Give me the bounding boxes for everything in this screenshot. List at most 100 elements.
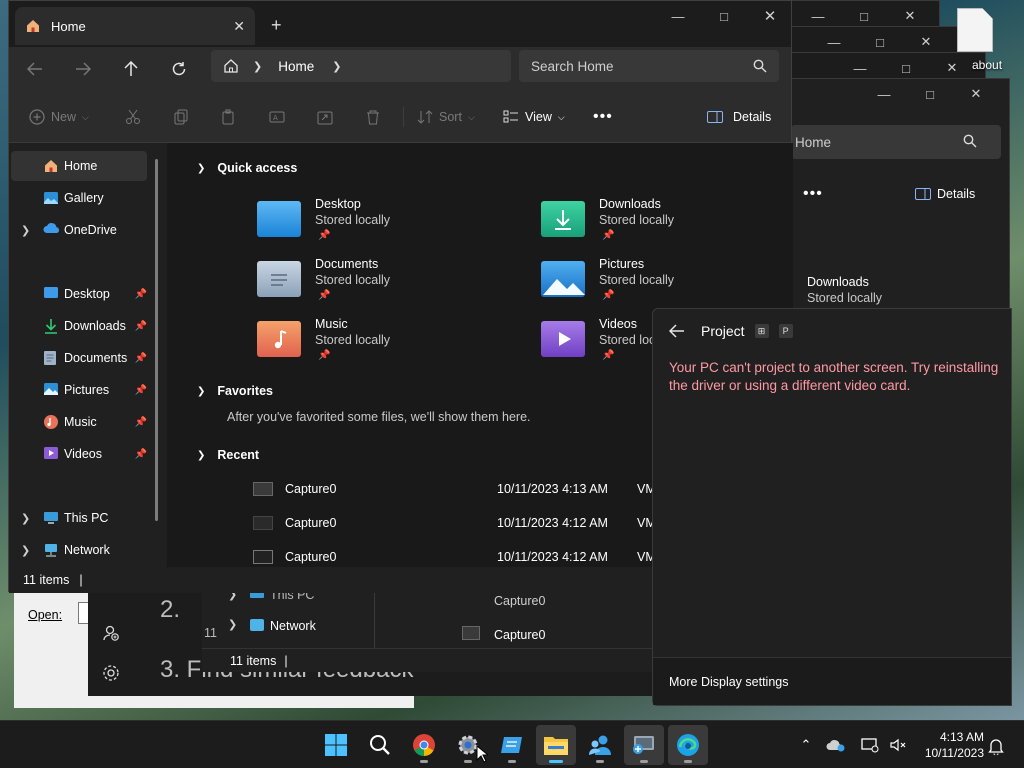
pin-icon[interactable]: 📌 <box>135 321 147 332</box>
add-account-icon[interactable] <box>102 624 120 642</box>
bg-capture-name-a[interactable]: Capture0 <box>494 594 545 608</box>
chrome-icon[interactable] <box>404 725 444 765</box>
people-app-icon[interactable] <box>580 725 620 765</box>
sidebar-item-network[interactable]: ❯ Network <box>11 535 147 565</box>
view-icon <box>503 110 519 124</box>
sidebar-item-music[interactable]: Music 📌 <box>11 407 147 437</box>
rename-icon[interactable]: A <box>269 105 285 129</box>
home-icon[interactable] <box>223 58 239 74</box>
maximize-icon[interactable]: □ <box>907 79 953 109</box>
new-tab-button[interactable]: + <box>271 15 282 36</box>
maximize-icon[interactable]: □ <box>701 1 747 31</box>
minimize-icon[interactable]: — <box>861 79 907 109</box>
sidebar-item-desktop[interactable]: Desktop 📌 <box>11 279 147 309</box>
tab-home[interactable]: Home ✕ <box>15 7 255 45</box>
settings-gear-icon[interactable] <box>102 664 120 682</box>
notification-bell-icon[interactable] <box>988 737 1004 755</box>
minimize-icon[interactable]: — <box>655 1 701 31</box>
sidebar-item-onedrive[interactable]: ❯ OneDrive <box>11 215 147 245</box>
start-button[interactable] <box>316 725 356 765</box>
background-search-box[interactable]: Home <box>791 125 1001 159</box>
details-button[interactable]: Details <box>707 105 771 129</box>
search-input[interactable]: Search Home <box>531 59 753 74</box>
plus-circle-icon <box>29 109 45 125</box>
background-details-button[interactable]: Details <box>915 187 975 201</box>
refresh-button[interactable] <box>163 55 195 83</box>
quick-access-item-pictures[interactable]: Pictures Stored locally 📌 <box>541 257 801 307</box>
quick-access-item-music[interactable]: Music Stored locally 📌 <box>257 317 517 367</box>
edge-icon[interactable] <box>668 725 708 765</box>
chevron-right-icon[interactable]: ❯ <box>21 512 30 525</box>
sidebar-item-documents[interactable]: Documents 📌 <box>11 343 147 373</box>
more-display-settings-link[interactable]: More Display settings <box>669 675 789 689</box>
search-button[interactable] <box>360 725 400 765</box>
section-favorites[interactable]: ❯ Favorites <box>197 384 273 398</box>
sidebar-item-gallery[interactable]: Gallery <box>11 183 147 213</box>
chevron-up-icon[interactable]: ⌃ <box>792 737 820 753</box>
view-button[interactable]: View ⌵ <box>503 105 565 129</box>
network-icon[interactable] <box>856 737 884 753</box>
close-icon[interactable]: ✕ <box>953 79 999 109</box>
project-flyout[interactable]: Project ⊞ P Your PC can't project to ano… <box>652 308 1012 706</box>
desktop-file-icon[interactable] <box>957 8 993 52</box>
sidebar-item-pictures[interactable]: Pictures 📌 <box>11 375 147 405</box>
image-thumbnail-icon <box>253 550 273 564</box>
sort-button[interactable]: Sort ⌵ <box>417 105 475 129</box>
project-header: Project ⊞ P <box>669 323 793 339</box>
file-explorer-icon[interactable] <box>536 725 576 765</box>
cut-icon[interactable] <box>125 105 141 129</box>
sidebar-item-videos[interactable]: Videos 📌 <box>11 439 147 469</box>
view-label: View <box>525 110 552 124</box>
sidebar-scrollbar[interactable] <box>155 159 158 521</box>
breadcrumb-home[interactable]: Home <box>278 59 314 74</box>
remote-desktop-icon[interactable] <box>624 725 664 765</box>
quick-access-item-desktop[interactable]: Desktop Stored locally 📌 <box>257 197 517 247</box>
volume-muted-icon[interactable] <box>884 737 912 753</box>
onedrive-sync-icon[interactable] <box>820 738 852 752</box>
close-icon[interactable]: ✕ <box>747 1 793 31</box>
background-explorer-lower[interactable]: ❯ ❯ This PC Network Capture0 Capture0 11… <box>202 586 654 672</box>
back-button[interactable] <box>19 55 51 83</box>
pin-icon[interactable]: 📌 <box>135 385 147 396</box>
pin-icon[interactable]: 📌 <box>135 289 147 300</box>
clock[interactable]: 4:13 AM 10/11/2023 <box>912 729 984 761</box>
chevron-right-icon[interactable]: ❯ <box>228 618 237 631</box>
chevron-down-icon: ⌵ <box>557 111 565 122</box>
background-explorer[interactable]: — □ ✕ Home ••• Details Downloads Stored lo… <box>790 78 1010 328</box>
close-tab-icon[interactable]: ✕ <box>233 18 245 35</box>
feedback-hub-icon[interactable] <box>492 725 532 765</box>
sidebar-item-this-pc[interactable]: ❯ This PC <box>11 503 147 533</box>
chevron-right-icon[interactable]: ❯ <box>21 224 30 237</box>
copy-icon[interactable] <box>173 105 189 129</box>
address-box[interactable]: ❯ Home ❯ <box>211 50 511 82</box>
search-box[interactable]: Search Home <box>519 50 779 82</box>
sidebar-item-downloads[interactable]: Downloads 📌 <box>11 311 147 341</box>
more-options-icon[interactable]: ••• <box>803 185 823 203</box>
sidebar-item-home[interactable]: Home <box>11 151 147 181</box>
up-button[interactable] <box>115 55 147 83</box>
sidebar-item-label: Desktop <box>64 287 110 301</box>
music-icon <box>43 414 59 430</box>
forward-button[interactable] <box>67 55 99 83</box>
chevron-right-icon[interactable]: ❯ <box>253 60 262 73</box>
pin-icon[interactable]: 📌 <box>135 449 147 460</box>
delete-icon[interactable] <box>365 105 381 129</box>
pin-icon[interactable]: 📌 <box>135 417 147 428</box>
chevron-right-icon[interactable]: ❯ <box>21 544 30 557</box>
chevron-right-icon[interactable]: ❯ <box>332 60 341 73</box>
desktop-file-label[interactable]: about <box>972 58 1002 72</box>
paste-icon[interactable] <box>221 105 237 129</box>
more-options-icon[interactable]: ••• <box>593 105 613 129</box>
background-downloads-name[interactable]: Downloads <box>807 275 869 289</box>
bg-sidebar-divider <box>374 592 375 648</box>
quick-access-item-documents[interactable]: Documents Stored locally 📌 <box>257 257 517 307</box>
new-button[interactable]: New ⌵ <box>29 105 89 129</box>
bg-capture-name-b[interactable]: Capture0 <box>494 628 545 642</box>
share-icon[interactable] <box>317 105 333 129</box>
quick-access-item-downloads[interactable]: Downloads Stored locally 📌 <box>541 197 801 247</box>
back-arrow-icon[interactable] <box>669 324 685 338</box>
bg-network-label[interactable]: Network <box>270 619 316 633</box>
pin-icon[interactable]: 📌 <box>135 353 147 364</box>
section-quick-access[interactable]: ❯ Quick access <box>197 161 297 175</box>
section-recent[interactable]: ❯ Recent <box>197 448 259 462</box>
